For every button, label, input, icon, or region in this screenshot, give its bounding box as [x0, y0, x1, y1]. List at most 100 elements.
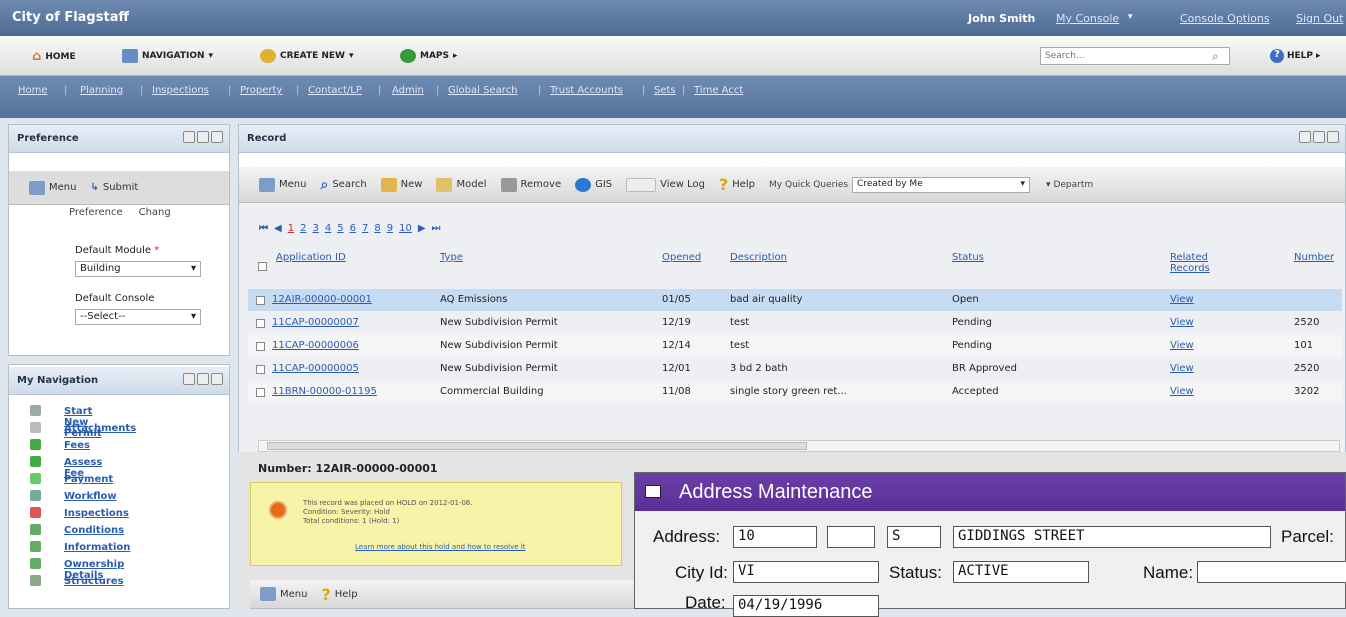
- nav-link-time-acct[interactable]: Time Acct: [694, 85, 743, 96]
- date-field[interactable]: 04/19/1996: [733, 595, 879, 617]
- nav-link-property[interactable]: Property: [240, 85, 282, 96]
- page-5[interactable]: 5: [337, 223, 343, 234]
- new-button[interactable]: New: [380, 177, 422, 192]
- page-4[interactable]: 4: [325, 223, 331, 234]
- nav-structures[interactable]: Structures: [64, 576, 124, 587]
- model-button[interactable]: Model: [436, 177, 487, 192]
- address-direction-field[interactable]: S: [887, 526, 941, 548]
- row-checkbox[interactable]: [256, 296, 265, 305]
- street-name-field[interactable]: GIDDINGS STREET: [953, 526, 1271, 548]
- sign-out-link[interactable]: Sign Out: [1296, 12, 1343, 25]
- application-id-link[interactable]: 12AIR-00000-00001: [272, 294, 372, 305]
- page-9[interactable]: 9: [387, 223, 393, 234]
- table-row[interactable]: 12AIR-00000-00001 AQ Emissions 01/05 bad…: [248, 289, 1342, 311]
- page-3[interactable]: 3: [312, 223, 318, 234]
- scrollbar-thumb[interactable]: [267, 442, 807, 450]
- nav-link-inspections[interactable]: Inspections: [152, 85, 209, 96]
- view-related-link[interactable]: View: [1170, 294, 1194, 305]
- search-icon[interactable]: ⌕: [1212, 49, 1219, 64]
- col-opened[interactable]: Opened: [662, 252, 701, 263]
- table-row[interactable]: 11CAP-00000006 New Subdivision Permit 12…: [248, 335, 1342, 357]
- row-checkbox[interactable]: [256, 342, 265, 351]
- table-row[interactable]: 11CAP-00000005 New Subdivision Permit 12…: [248, 358, 1342, 380]
- name-field[interactable]: [1197, 561, 1346, 583]
- first-page-icon[interactable]: ⏮: [259, 223, 268, 234]
- application-id-link[interactable]: 11CAP-00000007: [272, 317, 359, 328]
- row-checkbox[interactable]: [256, 365, 265, 374]
- tab-preference[interactable]: Preference: [69, 207, 123, 218]
- nav-information[interactable]: Information: [64, 542, 130, 553]
- page-1[interactable]: 1: [288, 223, 294, 234]
- remove-button[interactable]: Remove: [500, 177, 561, 192]
- page-8[interactable]: 8: [374, 223, 380, 234]
- application-id-link[interactable]: 11CAP-00000006: [272, 340, 359, 351]
- minimize-icon[interactable]: [197, 373, 209, 385]
- tab-change[interactable]: Chang: [139, 207, 171, 218]
- detail-help-button[interactable]: ? Help: [321, 585, 357, 604]
- default-module-select[interactable]: Building ▾: [75, 261, 201, 277]
- city-id-field[interactable]: VI: [733, 561, 879, 583]
- col-number[interactable]: Number: [1294, 252, 1334, 263]
- submit-button[interactable]: ↳ Submit: [90, 182, 138, 193]
- help-icon[interactable]: [1299, 131, 1311, 143]
- table-row[interactable]: 11CAP-00000007 New Subdivision Permit 12…: [248, 312, 1342, 334]
- nav-inspections[interactable]: Inspections: [64, 508, 129, 519]
- application-id-link[interactable]: 11CAP-00000005: [272, 363, 359, 374]
- quick-queries-select[interactable]: Created by Me ▾: [852, 176, 1031, 193]
- my-console-link[interactable]: My Console: [1056, 12, 1119, 25]
- nav-attachments[interactable]: Attachments: [64, 423, 136, 434]
- department-select[interactable]: ▾ Departm: [1046, 180, 1093, 190]
- help-icon[interactable]: [183, 373, 195, 385]
- nav-workflow[interactable]: Workflow: [64, 491, 117, 502]
- menu-button[interactable]: Menu: [29, 180, 76, 195]
- nav-link-admin[interactable]: Admin: [392, 85, 424, 96]
- nav-link-sets[interactable]: Sets: [654, 85, 676, 96]
- page-7[interactable]: 7: [362, 223, 368, 234]
- view-log-button[interactable]: View Log: [626, 177, 705, 192]
- navigation-menu[interactable]: NAVIGATION ▾: [122, 49, 213, 63]
- table-row[interactable]: 11BRN-00000-01195 Commercial Building 11…: [248, 381, 1342, 403]
- row-checkbox[interactable]: [256, 319, 265, 328]
- create-new-menu[interactable]: CREATE NEW ▾: [260, 49, 354, 63]
- last-page-icon[interactable]: ⏭: [432, 223, 441, 234]
- status-field[interactable]: ACTIVE: [953, 561, 1089, 583]
- maximize-icon[interactable]: [211, 131, 223, 143]
- default-console-select[interactable]: --Select-- ▾: [75, 309, 201, 325]
- col-status[interactable]: Status: [952, 252, 984, 263]
- minimize-icon[interactable]: [197, 131, 209, 143]
- console-options-link[interactable]: Console Options: [1180, 12, 1270, 25]
- next-page-icon[interactable]: ▶: [418, 223, 426, 234]
- minimize-icon[interactable]: [1313, 131, 1325, 143]
- search-input[interactable]: [1040, 47, 1230, 65]
- chevron-down-icon[interactable]: ▾: [1128, 12, 1133, 22]
- nav-conditions[interactable]: Conditions: [64, 525, 124, 536]
- prev-page-icon[interactable]: ◀: [274, 223, 282, 234]
- nav-link-global-search[interactable]: Global Search: [448, 85, 517, 96]
- maps-menu[interactable]: MAPS ▸: [400, 49, 458, 63]
- menu-button[interactable]: Menu: [259, 177, 306, 192]
- nav-link-contact[interactable]: Contact/LP: [308, 85, 362, 96]
- maximize-icon[interactable]: [211, 373, 223, 385]
- col-application-id[interactable]: Application ID: [276, 252, 346, 263]
- detail-menu-button[interactable]: Menu: [260, 587, 307, 601]
- maximize-icon[interactable]: [1327, 131, 1339, 143]
- select-all-checkbox[interactable]: [258, 262, 267, 271]
- view-related-link[interactable]: View: [1170, 363, 1194, 374]
- nav-link-home[interactable]: Home: [18, 85, 48, 96]
- row-checkbox[interactable]: [256, 388, 265, 397]
- page-6[interactable]: 6: [350, 223, 356, 234]
- nav-link-planning[interactable]: Planning: [80, 85, 123, 96]
- nav-payment[interactable]: Payment: [64, 474, 113, 485]
- view-related-link[interactable]: View: [1170, 317, 1194, 328]
- col-description[interactable]: Description: [730, 252, 787, 263]
- home-button[interactable]: ⌂ HOME: [32, 49, 76, 64]
- help-menu[interactable]: ? HELP ▸: [1270, 49, 1321, 63]
- col-type[interactable]: Type: [440, 252, 463, 263]
- address-prefix-field[interactable]: [827, 526, 875, 548]
- page-10[interactable]: 10: [399, 223, 412, 234]
- horizontal-scrollbar[interactable]: [258, 440, 1340, 452]
- application-id-link[interactable]: 11BRN-00000-01195: [272, 386, 377, 397]
- view-related-link[interactable]: View: [1170, 340, 1194, 351]
- help-button[interactable]: ? Help: [719, 175, 755, 194]
- col-related-records[interactable]: Related Records: [1170, 252, 1230, 274]
